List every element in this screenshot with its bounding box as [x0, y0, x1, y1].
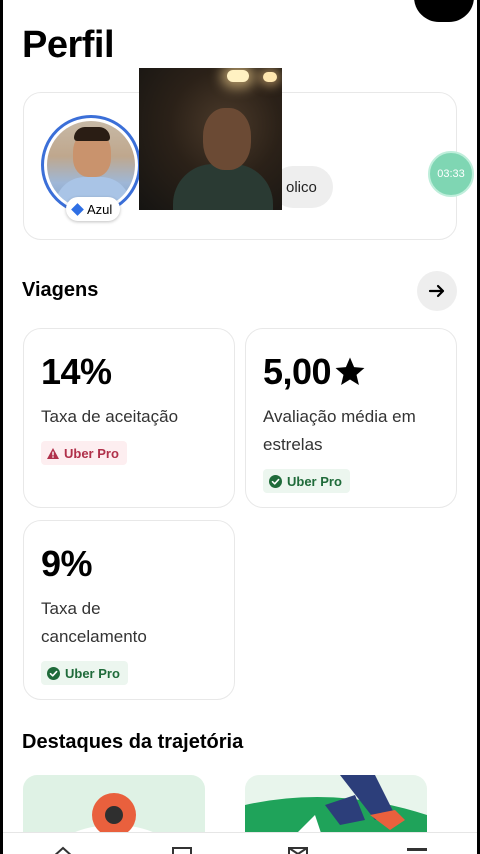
highlights-section-title: Destaques da trajetória	[22, 731, 244, 753]
tag-label: Uber Pro	[64, 445, 119, 461]
tag-label: Uber Pro	[65, 665, 120, 681]
stat-value-row: 5,00	[263, 351, 367, 393]
avatar-photo	[47, 121, 135, 209]
stat-label: Taxa de aceitação	[41, 407, 179, 426]
star-icon	[335, 357, 365, 386]
check-circle-icon	[47, 666, 60, 680]
bottom-nav	[3, 832, 477, 854]
public-profile-label: olico	[286, 178, 317, 196]
timer-text: 03:33	[437, 168, 465, 180]
arrow-right-icon	[428, 284, 445, 298]
stat-label: Avaliação média em estrelas	[263, 407, 416, 454]
tier-label: Azul	[87, 201, 113, 217]
home-icon[interactable]	[51, 845, 75, 854]
video-call-overlay[interactable]	[139, 68, 282, 210]
trips-section-title: Viagens	[22, 279, 99, 301]
uber-pro-tag: Uber Pro	[41, 441, 127, 465]
uber-pro-tag: Uber Pro	[263, 469, 350, 493]
stat-value: 5,00	[263, 351, 332, 392]
stat-card-acceptance[interactable]: 14% Taxa de aceitação Uber Pro	[23, 328, 235, 508]
camera-notch	[414, 0, 474, 22]
menu-icon[interactable]	[405, 845, 429, 854]
stat-label: Taxa de cancelamento	[41, 599, 147, 646]
diamond-icon	[71, 202, 84, 216]
tag-label: Uber Pro	[287, 473, 342, 489]
stat-value: 9%	[41, 543, 93, 584]
stat-card-cancellation[interactable]: 9% Taxa de cancelamento Uber Pro	[23, 520, 235, 700]
profile-screen: Perfil Azul olico 03:33 Viagens 14% Taxa…	[3, 0, 477, 854]
inbox-icon[interactable]	[287, 845, 309, 854]
earnings-icon[interactable]	[171, 845, 193, 854]
recording-timer[interactable]: 03:33	[428, 151, 474, 197]
page-title: Perfil	[22, 24, 115, 66]
uber-pro-tag: Uber Pro	[41, 661, 128, 685]
tier-badge: Azul	[66, 197, 121, 221]
stat-card-rating[interactable]: 5,00 Avaliação média em estrelas Uber Pr…	[245, 328, 457, 508]
stat-value: 14%	[41, 351, 112, 392]
check-circle-icon	[269, 474, 282, 488]
warning-icon	[47, 447, 59, 459]
trips-arrow-button[interactable]	[417, 271, 457, 311]
